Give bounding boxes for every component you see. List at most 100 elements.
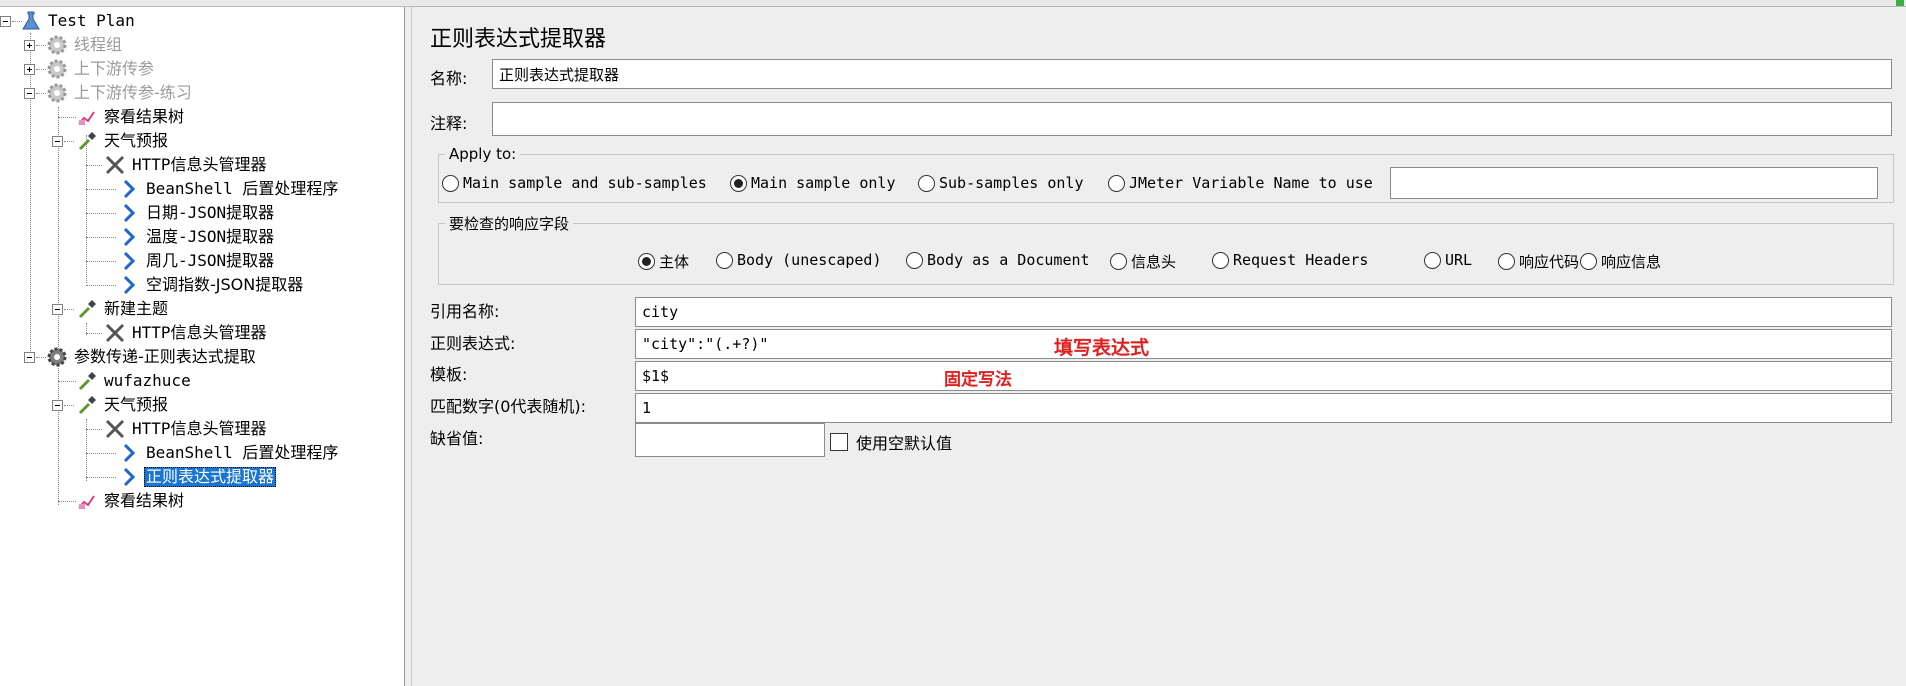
check-body-radio[interactable]: 主体 — [638, 251, 689, 272]
checkbox-box — [830, 433, 848, 451]
field-to-check-legend: 要检查的响应字段 — [449, 215, 570, 233]
tree-collapse-toggle[interactable] — [24, 352, 35, 363]
tree-line — [86, 165, 102, 166]
test-plan-tree[interactable]: Test Plan 线程组 上下游传参 上下游传参-练习 察看结果树 天气预报 … — [0, 7, 404, 686]
radio-label: Main sample only — [751, 174, 896, 192]
tree-item-label: BeanShell 后置处理程序 — [146, 179, 339, 198]
check-body-unescaped-radio[interactable]: Body (unescaped) — [716, 251, 882, 269]
tree-item-label: 上下游传参 — [74, 59, 155, 78]
apply-sub-only-radio[interactable]: Sub-samples only — [918, 174, 1084, 192]
tree-collapse-toggle[interactable] — [52, 304, 63, 315]
tree-item-weather[interactable]: 天气预报 — [76, 130, 170, 152]
tree-item-regex-group[interactable]: 参数传递-正则表达式提取 — [46, 346, 258, 368]
radio-label: JMeter Variable Name to use — [1129, 174, 1373, 192]
tree-item-param-pass-practice[interactable]: 上下游传参-练习 — [46, 82, 194, 104]
regex-input[interactable]: "city":"(.+?)" — [635, 329, 1892, 359]
tree-item-label: HTTP信息头管理器 — [132, 155, 267, 174]
tree-expand-toggle[interactable] — [24, 40, 35, 51]
tree-line — [36, 69, 46, 70]
apply-jmeter-var-radio[interactable]: JMeter Variable Name to use — [1108, 174, 1373, 192]
tree-item-beanshell[interactable]: BeanShell 后置处理程序 — [118, 178, 340, 200]
regex-label: 正则表达式: — [430, 334, 516, 353]
tree-collapse-toggle[interactable] — [0, 16, 11, 27]
tree-line — [36, 93, 46, 94]
ref-name-input[interactable]: city — [635, 297, 1892, 327]
page-title: 正则表达式提取器 — [430, 27, 607, 52]
tree-item-param-pass[interactable]: 上下游传参 — [46, 58, 156, 80]
tree-item-result-tree[interactable]: 察看结果树 — [76, 106, 186, 128]
check-headers-radio[interactable]: 信息头 — [1110, 251, 1176, 272]
name-input[interactable]: 正则表达式提取器 — [492, 59, 1892, 89]
tree-item-thread-group[interactable]: 线程组 — [46, 34, 124, 56]
tree-item-label: 温度-JSON提取器 — [146, 227, 275, 246]
radio-label: URL — [1445, 251, 1473, 269]
panel-splitter[interactable] — [404, 7, 412, 686]
comment-input[interactable] — [492, 102, 1892, 136]
gear-icon — [47, 59, 67, 79]
default-value-input[interactable] — [635, 423, 825, 457]
radio-label: Body as a Document — [927, 251, 1090, 269]
tree-line — [64, 141, 74, 142]
arrow-icon — [123, 467, 136, 487]
radio-circle — [730, 174, 747, 192]
template-input[interactable]: $1$ — [635, 361, 1892, 391]
tree-collapse-toggle[interactable] — [52, 136, 63, 147]
radio-label: Sub-samples only — [939, 174, 1084, 192]
check-response-message-radio[interactable]: 响应信息 — [1580, 251, 1661, 272]
tree-item-http-header-2[interactable]: HTTP信息头管理器 — [104, 322, 269, 344]
check-request-headers-radio[interactable]: Request Headers — [1212, 251, 1368, 269]
tree-item-weather-2[interactable]: 天气预报 — [76, 394, 170, 416]
tree-collapse-toggle[interactable] — [24, 88, 35, 99]
tree-item-wufazhuce[interactable]: wufazhuce — [76, 370, 193, 392]
jmeter-variable-input[interactable] — [1390, 167, 1878, 199]
tree-item-ac-json[interactable]: 空调指数-JSON提取器 — [118, 274, 305, 296]
check-response-code-radio[interactable]: 响应代码 — [1498, 251, 1579, 272]
radio-circle — [716, 251, 733, 269]
gear-icon — [47, 83, 67, 103]
tree-collapse-toggle[interactable] — [52, 400, 63, 411]
match-no-input[interactable]: 1 — [635, 393, 1892, 423]
template-label: 模板: — [430, 365, 468, 384]
tree-item-temp-json[interactable]: 温度-JSON提取器 — [118, 226, 276, 248]
wrench-icon — [105, 323, 125, 343]
tree-line — [86, 189, 116, 190]
regex-annotation: 填写表达式 — [1054, 337, 1150, 359]
gear-icon — [47, 347, 67, 367]
tree-line — [30, 33, 31, 363]
radio-circle — [1498, 253, 1515, 270]
tree-item-date-json[interactable]: 日期-JSON提取器 — [118, 202, 276, 224]
tree-item-label: 察看结果树 — [104, 107, 185, 126]
tree-item-result-tree-2[interactable]: 察看结果树 — [76, 490, 186, 512]
tree-item-label: 线程组 — [74, 35, 123, 54]
wrench-icon — [105, 155, 125, 175]
tree-item-label: 天气预报 — [104, 395, 169, 414]
tree-line — [86, 429, 102, 430]
tree-line — [36, 45, 46, 46]
tree-line — [58, 501, 76, 502]
tree-item-label: HTTP信息头管理器 — [132, 323, 267, 342]
chart-icon — [78, 111, 95, 125]
radio-circle — [442, 174, 459, 192]
tree-item-http-header[interactable]: HTTP信息头管理器 — [104, 154, 269, 176]
apply-to-legend: Apply to: — [449, 145, 517, 163]
tree-line — [64, 405, 74, 406]
radio-circle — [918, 174, 935, 192]
tree-item-new-topic[interactable]: 新建主题 — [76, 298, 170, 320]
arrow-icon — [123, 443, 136, 463]
tree-item-beanshell-2[interactable]: BeanShell 后置处理程序 — [118, 442, 340, 464]
tree-line — [86, 285, 116, 286]
tree-item-weekday-json[interactable]: 周几-JSON提取器 — [118, 250, 276, 272]
apply-main-only-radio[interactable]: Main sample only — [730, 174, 896, 192]
tree-item-regex-extractor[interactable]: 正则表达式提取器 — [118, 466, 277, 488]
pipette-icon — [78, 396, 96, 415]
tree-expand-toggle[interactable] — [24, 64, 35, 75]
check-body-document-radio[interactable]: Body as a Document — [906, 251, 1090, 269]
apply-main-and-sub-radio[interactable]: Main sample and sub-samples — [442, 174, 707, 192]
comment-label: 注释: — [430, 114, 468, 133]
wrench-icon — [105, 419, 125, 439]
check-url-radio[interactable]: URL — [1424, 251, 1472, 269]
tree-item-test-plan[interactable]: Test Plan — [20, 10, 137, 32]
use-empty-default-checkbox[interactable]: 使用空默认值 — [830, 430, 952, 454]
tree-item-http-header-3[interactable]: HTTP信息头管理器 — [104, 418, 269, 440]
radio-label: 主体 — [659, 253, 690, 271]
